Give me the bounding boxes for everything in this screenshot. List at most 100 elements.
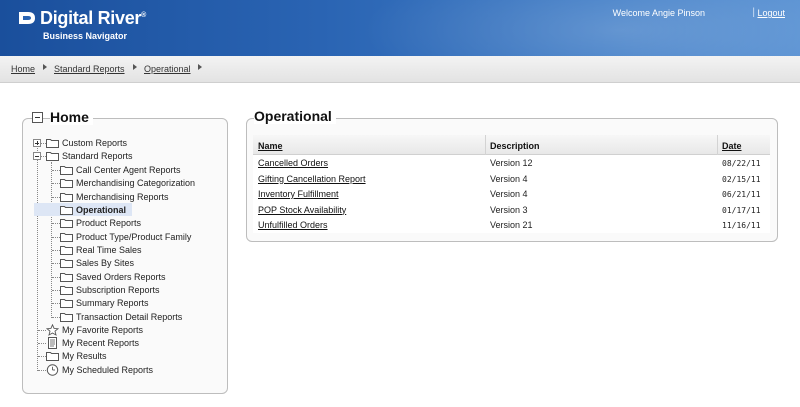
- report-name-link[interactable]: Cancelled Orders: [258, 158, 328, 168]
- folder-icon: [60, 166, 73, 175]
- folder-icon: [60, 313, 73, 322]
- tree-connector: [52, 250, 60, 251]
- table-row: Cancelled Orders Version 12 08/22/11: [253, 155, 770, 171]
- chevron-right-icon: [43, 64, 47, 70]
- tree-connector: [52, 303, 60, 304]
- tree-item-label: Merchandising Categorization: [76, 178, 196, 188]
- tree-connector: [38, 330, 46, 331]
- tree-connector: [38, 370, 46, 371]
- tree-connector: [52, 197, 60, 198]
- brand-name: Digital River®: [40, 8, 146, 28]
- tree-connector: [38, 343, 46, 344]
- report-date: 02/15/11: [722, 174, 761, 184]
- page-title: Operational: [254, 108, 336, 124]
- folder-icon: [60, 179, 73, 188]
- column-divider: [485, 135, 486, 155]
- tree-guide-line: [51, 162, 52, 318]
- star-icon: [46, 324, 59, 336]
- report-date: 11/16/11: [722, 221, 761, 230]
- tree-item-label: Call Center Agent Reports: [76, 165, 181, 175]
- breadcrumb-home[interactable]: Home: [11, 64, 35, 74]
- tree-item-label: Subscription Reports: [76, 285, 160, 295]
- tree-item-label: My Favorite Reports: [62, 325, 144, 335]
- tree-item-label: Standard Reports: [62, 151, 133, 161]
- tree-item-label: Product Type/Product Family: [76, 232, 192, 242]
- breadcrumb-standard-reports[interactable]: Standard Reports: [54, 64, 125, 74]
- logout-link[interactable]: Logout: [757, 8, 785, 18]
- tree-item-label: Product Reports: [76, 218, 142, 228]
- chevron-right-icon: [198, 64, 202, 70]
- chevron-right-icon: [133, 64, 137, 70]
- tree-connector: [38, 356, 46, 357]
- breadcrumb: Home Standard Reports Operational: [0, 56, 800, 83]
- tree-item-label: My Results: [62, 351, 107, 361]
- folder-icon: [60, 286, 73, 295]
- table-row: Unfulfilled Orders Version 21 11/16/11: [253, 217, 770, 233]
- tree-guide-line: [37, 146, 38, 371]
- report-name-link[interactable]: POP Stock Availability: [258, 205, 346, 215]
- tree-connector: [52, 290, 60, 291]
- digital-river-logo-icon: [19, 12, 35, 24]
- report-date: 08/22/11: [722, 159, 761, 168]
- tree-item-label: Operational: [76, 205, 127, 215]
- report-name-link[interactable]: Gifting Cancellation Report: [258, 174, 366, 184]
- column-header-description: Description: [490, 141, 540, 151]
- tree-item-label: Saved Orders Reports: [76, 272, 166, 282]
- brand-subtitle: Business Navigator: [43, 31, 128, 41]
- report-table: Name Description Date Cancelled Orders V…: [253, 135, 770, 233]
- column-divider: [717, 135, 718, 155]
- folder-icon: [60, 219, 73, 228]
- folder-icon: [46, 139, 59, 148]
- tree-connector: [52, 170, 60, 171]
- tree-connector: [52, 237, 60, 238]
- report-date: 06/21/11: [722, 190, 761, 199]
- home-panel-title: Home: [50, 109, 93, 125]
- column-header-name[interactable]: Name: [258, 141, 283, 151]
- table-row: POP Stock Availability Version 3 01/17/1…: [253, 202, 770, 218]
- tree-connector: [52, 183, 60, 184]
- folder-icon: [60, 246, 73, 255]
- folder-icon: [60, 206, 73, 215]
- tree-connector: [52, 317, 60, 318]
- expand-icon[interactable]: [33, 139, 41, 147]
- folder-icon: [46, 352, 59, 361]
- tree-item-label: Merchandising Reports: [76, 192, 169, 202]
- welcome-text: Welcome Angie Pinson: [612, 8, 705, 18]
- collapse-panel-icon[interactable]: [32, 112, 43, 123]
- folder-icon: [60, 259, 73, 268]
- document-icon: [48, 337, 57, 349]
- tree-item-label: Sales By Sites: [76, 258, 135, 268]
- tree-item-label: Real Time Sales: [76, 245, 142, 255]
- report-description: Version 4: [490, 189, 528, 199]
- header-decoration: [360, 0, 800, 56]
- clock-icon: [46, 364, 59, 376]
- folder-icon: [60, 273, 73, 282]
- report-description: Version 12: [490, 158, 533, 168]
- folder-icon: [60, 299, 73, 308]
- tree-item-label: Transaction Detail Reports: [76, 312, 183, 322]
- tree-connector: [52, 277, 60, 278]
- tree-item-label: Summary Reports: [76, 298, 149, 308]
- table-row: Inventory Fulfillment Version 4 06/21/11: [253, 186, 770, 202]
- report-description: Version 3: [490, 204, 528, 215]
- tree-connector: [52, 223, 60, 224]
- tree-item-label: Custom Reports: [62, 138, 128, 148]
- header-separator: |: [752, 7, 755, 18]
- report-name-link[interactable]: Unfulfilled Orders: [258, 220, 328, 230]
- app-header: Digital River® Business Navigator Welcom…: [0, 0, 800, 56]
- breadcrumb-operational[interactable]: Operational: [144, 64, 191, 74]
- tree-item-label: My Scheduled Reports: [62, 365, 154, 375]
- folder-icon: [60, 193, 73, 202]
- tree-connector: [52, 263, 60, 264]
- folder-open-icon: [46, 152, 59, 161]
- report-name-link[interactable]: Inventory Fulfillment: [258, 189, 339, 199]
- report-description: Version 4: [490, 173, 528, 184]
- report-date: 01/17/11: [722, 205, 761, 215]
- folder-icon: [60, 233, 73, 242]
- tree-item-label: My Recent Reports: [62, 338, 140, 348]
- table-header: Name Description Date: [253, 135, 770, 155]
- collapse-icon[interactable]: [33, 152, 41, 160]
- report-description: Version 21: [490, 220, 533, 230]
- column-header-date[interactable]: Date: [722, 141, 742, 151]
- table-body: Cancelled Orders Version 12 08/22/11 Gif…: [253, 155, 770, 233]
